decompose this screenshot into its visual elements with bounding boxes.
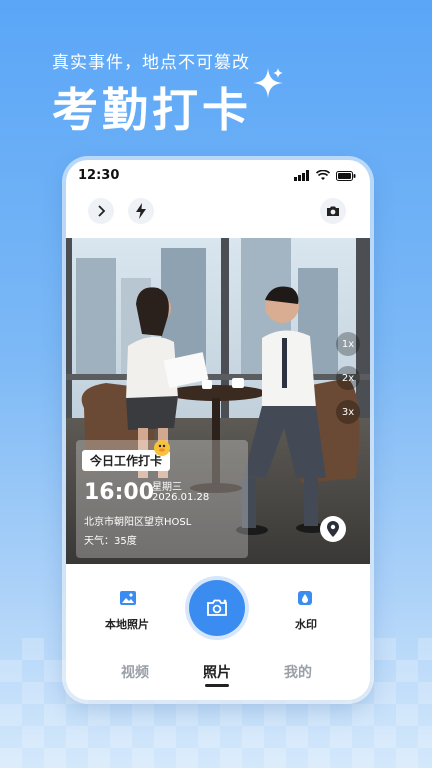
- attendance-watermark[interactable]: 今日工作打卡 16:00 星期三 2026.01.28 北京市朝阳区望京HOSL…: [76, 440, 248, 558]
- phone-mockup: 12:30 1x 2x 3x 今日工作打卡 16:00 星期三 2026.01.…: [66, 160, 370, 700]
- promo-headline: 考勤打卡: [52, 83, 252, 137]
- active-tab-indicator: [205, 684, 229, 687]
- tab-photo[interactable]: 照片: [203, 662, 231, 682]
- tab-mine[interactable]: 我的: [284, 662, 312, 682]
- switch-camera-button[interactable]: [320, 198, 346, 224]
- zoom-2x-button[interactable]: 2x: [336, 366, 360, 390]
- watermark-time: 16:00: [84, 480, 155, 505]
- camera-switch-icon: [327, 206, 339, 216]
- location-button[interactable]: [320, 516, 346, 542]
- watermark-icon: [298, 591, 312, 605]
- watermark-label: 水印: [295, 618, 317, 631]
- watermark-weather: 天气：35度: [84, 536, 137, 547]
- duck-emoji-icon: [154, 440, 170, 456]
- watermark-location: 北京市朝阳区望京HOSL: [84, 517, 192, 528]
- wifi-icon: [316, 170, 330, 180]
- signal-icon: [294, 170, 309, 181]
- watermark-date: 2026.01.28: [152, 492, 210, 503]
- status-bar: 12:30: [66, 160, 370, 192]
- local-photo-button[interactable]: 本地照片: [105, 590, 150, 634]
- battery-icon: [336, 170, 356, 181]
- expand-button[interactable]: [88, 198, 114, 224]
- shutter-button[interactable]: [189, 580, 245, 636]
- camera-icon: [207, 599, 227, 616]
- watermark-button[interactable]: 水印: [288, 590, 324, 634]
- watermark-weekday: 星期三: [152, 482, 182, 493]
- local-photo-label: 本地照片: [105, 618, 149, 631]
- zoom-3x-button[interactable]: 3x: [336, 400, 360, 424]
- location-pin-icon: [327, 521, 339, 537]
- flash-button[interactable]: [128, 198, 154, 224]
- tab-video[interactable]: 视频: [121, 662, 149, 682]
- promo-subtitle: 真实事件，地点不可篡改: [52, 53, 250, 73]
- chevron-right-icon: [98, 205, 106, 217]
- flash-icon: [136, 203, 146, 219]
- sparkle-icon: [253, 68, 283, 98]
- status-time: 12:30: [78, 168, 120, 183]
- image-icon: [120, 591, 136, 605]
- zoom-1x-button[interactable]: 1x: [336, 332, 360, 356]
